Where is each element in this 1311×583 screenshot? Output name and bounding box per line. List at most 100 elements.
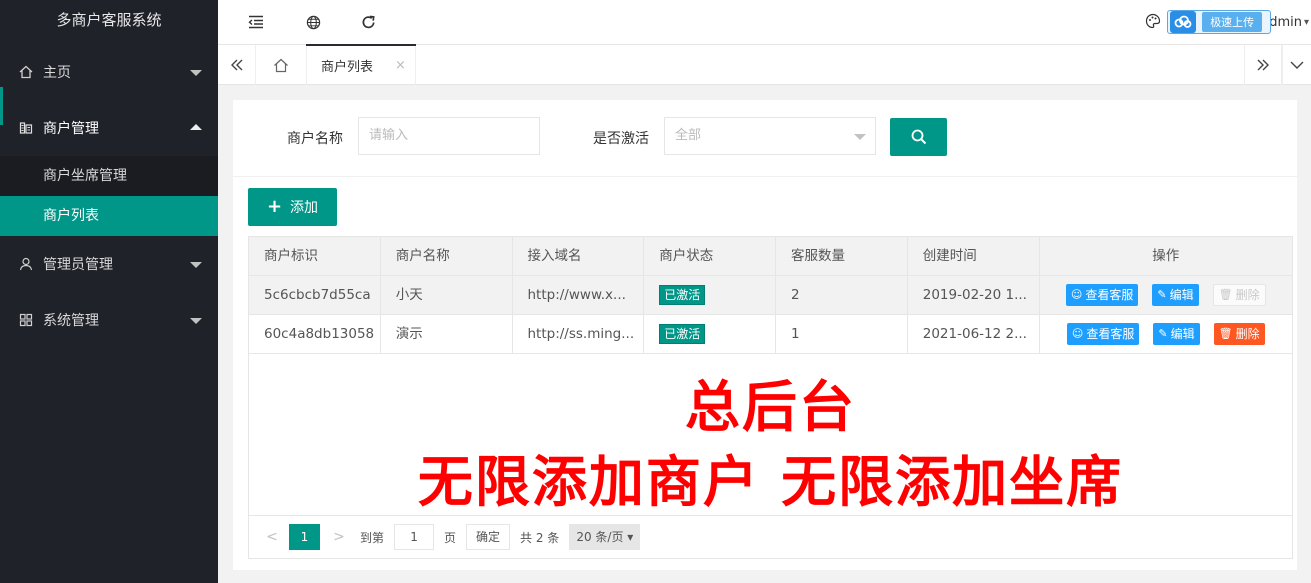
quick-upload-button[interactable]: 极速上传 (1167, 10, 1272, 34)
cell-ops: ☺ 查看客服 ✎ 编辑 🗑 删除 (1040, 315, 1292, 353)
add-label: 添加 (290, 200, 319, 216)
cell-id: 5c6cbcb7d55ca (249, 276, 381, 314)
header-right: 极速上传 dmin ▾ (1145, 0, 1311, 44)
table-header: 商户标识 商户名称 接入域名 商户状态 客服数量 创建时间 操作 (249, 237, 1292, 276)
plus-icon: + (266, 196, 283, 217)
table-row[interactable]: 60c4a8db13058 演示 http://ss.ming... 已激活 1… (249, 315, 1292, 354)
edit-label: 编辑 (1169, 288, 1194, 302)
tab-merchant-list[interactable]: 商户列表 × (306, 44, 416, 85)
goto-page-input[interactable]: 1 (394, 524, 435, 550)
overlay-title: 总后台 (684, 375, 856, 439)
sidebar-item-merchant[interactable]: 商户管理 (0, 100, 218, 156)
app-title: 多商户客服系统 (56, 11, 162, 29)
goto-confirm-button[interactable]: 确定 (466, 524, 511, 550)
page-size-value: 20 条/页 (576, 530, 624, 544)
delete-button[interactable]: 🗑 删除 (1213, 323, 1265, 345)
cell-id: 60c4a8db13058 (249, 315, 381, 353)
page-size-select[interactable]: 20 条/页 ▾ (569, 524, 641, 550)
edit-button[interactable]: ✎ 编辑 (1152, 284, 1199, 306)
status-badge: 已激活 (659, 285, 706, 305)
delete-label: 删除 (1235, 327, 1260, 341)
user-icon (18, 256, 34, 272)
delete-label: 删除 (1235, 288, 1260, 302)
col-header: 操作 (1152, 248, 1180, 264)
merchant-name-input[interactable]: 请输入 (358, 117, 540, 155)
cell-ops: ☺ 查看客服 ✎ 编辑 🗑 删除 (1040, 276, 1292, 314)
merchant-table: 商户标识 商户名称 接入域名 商户状态 客服数量 创建时间 操作 5c6cbcb… (248, 236, 1293, 559)
chevron-down-icon (190, 318, 202, 324)
sidebar-subitem-merchant-list[interactable]: 商户列表 (0, 196, 218, 236)
view-label: 查看客服 (1085, 288, 1134, 302)
col-header: 商户名称 (381, 237, 513, 275)
is-active-select[interactable]: 全部 (664, 117, 876, 155)
add-merchant-button[interactable]: + 添加 (248, 188, 337, 226)
merchant-name-label: 商户名称 (287, 131, 343, 147)
view-agents-button[interactable]: ☺ 查看客服 (1066, 323, 1140, 345)
search-icon (911, 129, 926, 145)
is-active-label: 是否激活 (593, 131, 649, 147)
search-button[interactable] (890, 118, 947, 156)
merchant-submenu: 商户坐席管理 商户列表 (0, 156, 218, 236)
next-page-icon[interactable]: > (330, 529, 348, 545)
globe-icon[interactable] (303, 12, 323, 32)
goto-label: 到第 (360, 530, 385, 545)
cell-domain: http://www.x... (513, 276, 645, 314)
cell-created: 2021-06-12 2... (908, 315, 1040, 353)
theme-palette-icon[interactable] (1145, 13, 1163, 31)
refresh-icon[interactable] (358, 12, 378, 32)
tab-label: 商户列表 (321, 59, 374, 75)
pagination: < 1 > 到第 1 页 确定 共 2 条 20 条/页 ▾ (249, 515, 1292, 558)
cell-agents: 1 (776, 315, 908, 353)
edit-label: 编辑 (1170, 327, 1195, 341)
sidebar-item-label: 系统管理 (43, 313, 99, 329)
caret-down-icon (854, 134, 866, 140)
cell-name: 小天 (381, 276, 513, 314)
cell-agents: 2 (776, 276, 908, 314)
col-header: 商户状态 (644, 237, 776, 275)
close-icon[interactable]: × (395, 58, 406, 73)
status-badge: 已激活 (659, 324, 706, 344)
delete-button-disabled: 🗑 删除 (1212, 284, 1266, 306)
chevron-down-icon[interactable]: ▾ (1304, 17, 1309, 28)
user-icon: ☺ (1071, 327, 1084, 340)
content-card: 商户名称 请输入 是否激活 全部 + 添加 商户标识 商户名称 接入域名 商户状… (233, 100, 1297, 570)
top-header: 极速上传 dmin ▾ (218, 0, 1311, 44)
tab-menu-chevron-icon[interactable] (1282, 45, 1311, 85)
edit-button[interactable]: ✎ 编辑 (1153, 323, 1200, 345)
tab-scroll-left-icon[interactable] (218, 45, 256, 85)
page-unit-label: 页 (444, 530, 457, 545)
col-header: 接入域名 (513, 237, 645, 275)
trash-icon: 🗑 (1218, 288, 1233, 301)
cloud-icon (1170, 11, 1197, 33)
chevron-down-icon (190, 262, 202, 268)
col-header: 客服数量 (776, 237, 908, 275)
home-tab-icon[interactable] (260, 45, 302, 85)
col-header: 商户标识 (249, 237, 381, 275)
prev-page-icon[interactable]: < (263, 529, 281, 545)
pencil-icon: ✎ (1158, 327, 1168, 340)
home-icon (18, 64, 34, 80)
sidebar-item-home[interactable]: 主页 (0, 44, 218, 100)
cell-domain: http://ss.ming... (513, 315, 645, 353)
tab-scroll-right-icon[interactable] (1244, 45, 1282, 85)
view-agents-button[interactable]: ☺ 查看客服 (1065, 284, 1139, 306)
sidebar-item-label: 主页 (43, 65, 71, 81)
sidebar-item-admin[interactable]: 管理员管理 (0, 236, 218, 292)
col-header: 创建时间 (908, 237, 1040, 275)
chevron-down-icon (190, 70, 202, 76)
table-row[interactable]: 5c6cbcb7d55ca 小天 http://www.x... 已激活 2 2… (249, 276, 1292, 315)
sidebar-item-system[interactable]: 系统管理 (0, 292, 218, 348)
user-menu[interactable]: dmin (1269, 15, 1302, 30)
user-icon: ☺ (1070, 288, 1083, 301)
sidebar-subitem-merchant-seats[interactable]: 商户坐席管理 (0, 156, 218, 196)
current-page[interactable]: 1 (289, 524, 320, 550)
caret-down-icon: ▾ (627, 530, 634, 544)
cell-status: 已激活 (644, 315, 776, 353)
collapse-menu-icon[interactable] (246, 12, 266, 32)
merchant-icon (18, 120, 34, 136)
upload-label: 极速上传 (1202, 12, 1263, 32)
tab-bar: 商户列表 × (218, 44, 1311, 85)
select-value: 全部 (675, 128, 702, 143)
overlay-subtitle: 无限添加商户 无限添加坐席 (417, 450, 1124, 514)
sidebar: 多商户客服系统 主页 商户管理 商户坐席管理 商户列表 管理员管理 系统管理 (0, 0, 218, 583)
